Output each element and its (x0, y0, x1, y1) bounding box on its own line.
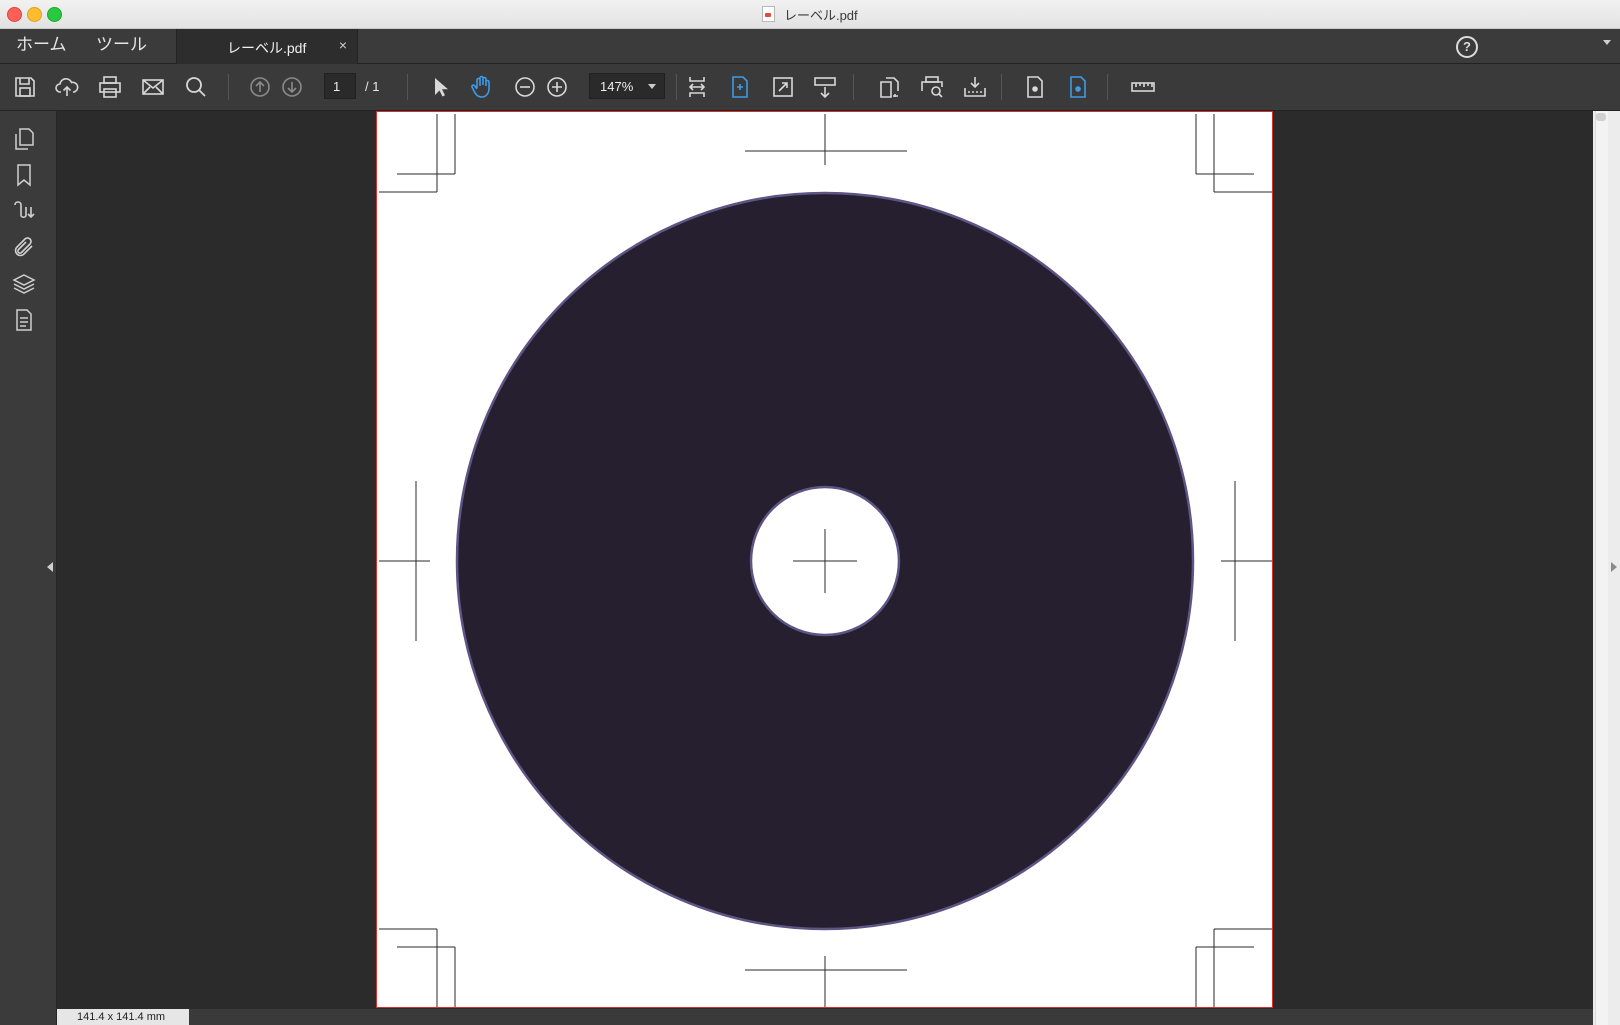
title-bar: レーベル.pdf (0, 0, 1620, 29)
attachment-icon[interactable] (12, 235, 36, 259)
print-icon[interactable] (97, 74, 123, 100)
document-viewport[interactable] (57, 111, 1593, 1009)
zoom-out-icon[interactable] (512, 74, 538, 100)
tab-bar: ホーム ツール レーベル.pdf × (0, 29, 1620, 64)
toolbar-separator (676, 74, 677, 100)
toolbar-separator (228, 74, 229, 100)
scroll-mode-icon[interactable] (812, 74, 838, 100)
bookmark-icon[interactable] (12, 163, 36, 187)
close-tab-button[interactable]: × (339, 37, 347, 53)
window-title-area: レーベル.pdf (0, 5, 1620, 24)
page-size-readout: 141.4 x 141.4 mm (57, 1009, 189, 1025)
pdf-file-icon (762, 6, 776, 22)
page-down-icon[interactable] (279, 74, 305, 100)
window-title: レーベル.pdf (783, 8, 858, 23)
continuous-page-icon[interactable] (1065, 74, 1091, 100)
status-bar: 141.4 x 141.4 mm (57, 1009, 1593, 1025)
toolbar: / 1 147% (0, 64, 1620, 111)
scrollbar-track[interactable] (1595, 111, 1608, 1025)
single-page-icon[interactable] (1022, 74, 1048, 100)
zoom-value: 147% (600, 79, 634, 94)
chevron-down-icon[interactable] (1603, 40, 1611, 45)
zoom-in-icon[interactable] (544, 74, 570, 100)
toolbar-separator (1001, 74, 1002, 100)
export-icon[interactable] (962, 74, 988, 100)
select-arrow-icon[interactable] (427, 74, 453, 100)
document-properties-icon[interactable] (12, 308, 36, 332)
page-number-input[interactable] (324, 73, 356, 99)
toolbar-separator (1107, 74, 1108, 100)
print-preview-icon[interactable] (919, 74, 945, 100)
save-icon[interactable] (12, 74, 38, 100)
chevron-down-icon (648, 84, 656, 89)
help-button[interactable]: ? (1456, 36, 1478, 58)
fit-width-icon[interactable] (684, 74, 710, 100)
rotate-icon[interactable] (876, 74, 902, 100)
toolbar-separator (407, 74, 408, 100)
document-tab-label: レーベル.pdf (227, 40, 307, 56)
hand-icon[interactable] (469, 74, 495, 100)
layers-icon[interactable] (12, 272, 36, 296)
label-artwork (379, 114, 1272, 1007)
pages-icon[interactable] (12, 127, 36, 151)
fullscreen-icon[interactable] (770, 74, 796, 100)
email-icon[interactable] (140, 74, 166, 100)
scrollbar-thumb[interactable] (1596, 113, 1606, 121)
fit-page-icon[interactable] (727, 74, 753, 100)
page-total: / 1 (365, 79, 380, 94)
collapse-right-panel-button[interactable] (1611, 562, 1617, 572)
tab-document[interactable]: レーベル.pdf × (176, 29, 358, 64)
zoom-select[interactable]: 147% (589, 73, 665, 99)
tab-home[interactable]: ホーム (16, 29, 67, 63)
ruler-icon[interactable] (1130, 74, 1156, 100)
collapse-left-panel-button[interactable] (47, 562, 53, 572)
tab-tools[interactable]: ツール (96, 29, 147, 63)
cloud-upload-icon[interactable] (54, 74, 80, 100)
signature-icon[interactable] (12, 199, 36, 223)
page-up-icon[interactable] (247, 74, 273, 100)
pdf-page (376, 111, 1273, 1008)
toolbar-separator (853, 74, 854, 100)
pdf-viewer-window: レーベル.pdf ホーム ツール レーベル.pdf × ? 1 / 1 147%… (0, 0, 1620, 1025)
search-icon[interactable] (183, 74, 209, 100)
